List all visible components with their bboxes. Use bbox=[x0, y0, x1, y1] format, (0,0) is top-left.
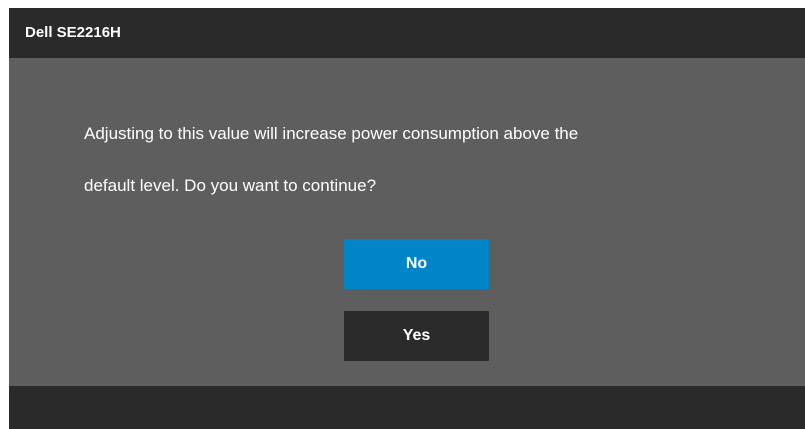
message-line-2: default level. Do you want to continue? bbox=[84, 176, 377, 195]
monitor-model-title: Dell SE2216H bbox=[25, 24, 121, 41]
osd-footer-bar bbox=[9, 386, 805, 429]
yes-button[interactable]: Yes bbox=[344, 311, 489, 361]
message-line-1: Adjusting to this value will increase po… bbox=[84, 124, 579, 143]
osd-header: Dell SE2216H bbox=[9, 8, 805, 58]
osd-dialog: Dell SE2216H Adjusting to this value wil… bbox=[9, 8, 805, 429]
confirmation-message: Adjusting to this value will increase po… bbox=[84, 108, 774, 212]
no-button[interactable]: No bbox=[344, 239, 489, 289]
